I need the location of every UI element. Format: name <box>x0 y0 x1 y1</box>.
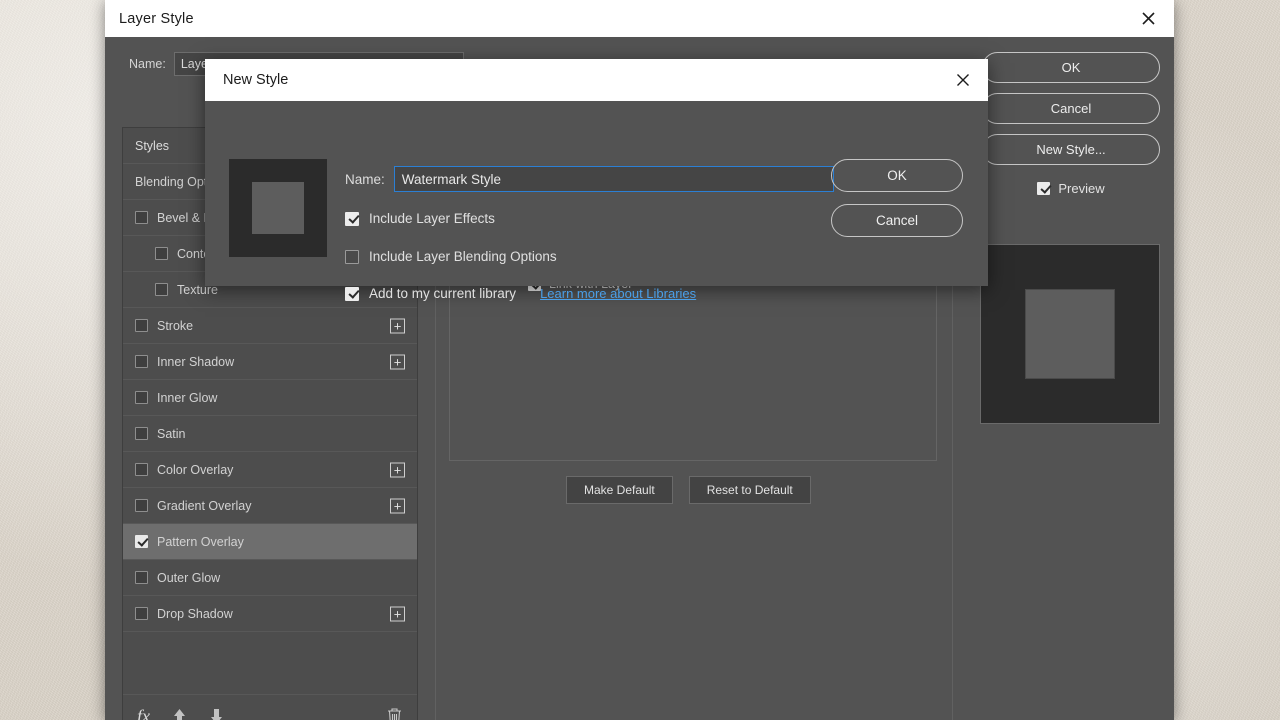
style-item-label: Outer Glow <box>157 570 221 585</box>
new-style-titlebar: New Style <box>205 59 988 101</box>
add-effect-plus-icon[interactable]: + <box>390 498 405 513</box>
include-blending-options-label: Include Layer Blending Options <box>369 249 557 264</box>
include-blending-options-row[interactable]: Include Layer Blending Options <box>345 249 557 264</box>
cancel-button[interactable]: Cancel <box>982 93 1160 124</box>
sidebar-item-color-overlay[interactable]: Color Overlay + <box>123 452 417 488</box>
style-item-label: Inner Shadow <box>157 354 235 369</box>
style-checkbox[interactable] <box>135 427 148 440</box>
make-default-button[interactable]: Make Default <box>566 476 673 504</box>
defaults-button-row: Make Default Reset to Default <box>566 476 811 504</box>
fx-icon[interactable]: fx <box>137 706 150 720</box>
new-style-name-row: Name: Watermark Style <box>345 166 834 192</box>
reset-to-default-button[interactable]: Reset to Default <box>688 476 811 504</box>
styles-panel-footer: fx <box>123 694 417 720</box>
sidebar-item-drop-shadow[interactable]: Drop Shadow + <box>123 596 417 632</box>
style-item-label: Inner Glow <box>157 390 218 405</box>
add-to-library-row[interactable]: Add to my current library Learn more abo… <box>345 286 696 301</box>
preview-toggle-row[interactable]: Preview <box>982 175 1160 201</box>
dialog-action-buttons: OK Cancel New Style... Preview <box>982 52 1160 201</box>
style-item-label: Satin <box>157 426 186 441</box>
add-to-library-checkbox[interactable] <box>345 286 359 301</box>
fx-glyph: fx <box>137 706 150 720</box>
style-checkbox[interactable] <box>155 247 168 260</box>
sidebar-item-outer-glow[interactable]: Outer Glow <box>123 560 417 596</box>
include-layer-effects-row[interactable]: Include Layer Effects <box>345 211 495 226</box>
add-effect-plus-icon[interactable]: + <box>390 606 405 621</box>
style-item-label: Drop Shadow <box>157 606 233 621</box>
style-checkbox[interactable] <box>135 571 148 584</box>
style-item-label: Pattern Overlay <box>157 534 244 549</box>
new-style-preview-inner-square <box>252 182 304 234</box>
style-checkbox[interactable] <box>135 535 148 548</box>
new-style-cancel-button[interactable]: Cancel <box>831 204 963 237</box>
sidebar-item-inner-glow[interactable]: Inner Glow <box>123 380 417 416</box>
move-down-arrow-icon[interactable] <box>209 708 224 720</box>
sidebar-item-inner-shadow[interactable]: Inner Shadow + <box>123 344 417 380</box>
new-style-body: Name: Watermark Style Include Layer Effe… <box>205 101 988 301</box>
style-item-label: Color Overlay <box>157 462 234 477</box>
new-style-preview-thumbnail <box>229 159 327 257</box>
add-effect-plus-icon[interactable]: + <box>390 354 405 369</box>
include-layer-effects-checkbox[interactable] <box>345 211 359 226</box>
trash-icon[interactable] <box>386 707 403 720</box>
add-effect-plus-icon[interactable]: + <box>390 318 405 333</box>
style-checkbox[interactable] <box>135 607 148 620</box>
sidebar-item-gradient-overlay[interactable]: Gradient Overlay + <box>123 488 417 524</box>
include-layer-effects-label: Include Layer Effects <box>369 211 495 226</box>
style-checkbox[interactable] <box>155 283 168 296</box>
add-to-library-label: Add to my current library <box>369 286 517 301</box>
layer-style-title: Layer Style <box>119 10 194 27</box>
close-icon[interactable] <box>948 65 978 95</box>
ok-button[interactable]: OK <box>982 52 1160 83</box>
sidebar-item-satin[interactable]: Satin <box>123 416 417 452</box>
layer-name-label: Name: <box>129 57 166 71</box>
preview-checkbox[interactable] <box>1037 181 1051 195</box>
new-style-ok-button[interactable]: OK <box>831 159 963 192</box>
preview-label: Preview <box>1058 180 1105 196</box>
preview-inner-square <box>1025 289 1115 379</box>
new-style-name-input[interactable]: Watermark Style <box>393 166 834 192</box>
style-preview-thumbnail <box>980 244 1160 424</box>
move-up-arrow-icon[interactable] <box>172 708 187 720</box>
style-item-label: Stroke <box>157 318 194 333</box>
styles-header-label: Styles <box>135 138 170 153</box>
style-checkbox[interactable] <box>135 319 148 332</box>
style-checkbox[interactable] <box>135 391 148 404</box>
new-style-name-label: Name: <box>345 171 385 187</box>
sidebar-item-stroke[interactable]: Stroke + <box>123 308 417 344</box>
close-icon[interactable] <box>1134 5 1162 33</box>
layer-style-titlebar: Layer Style <box>105 0 1174 37</box>
new-style-action-buttons: OK Cancel <box>831 159 963 237</box>
new-style-title: New Style <box>223 72 289 88</box>
learn-more-libraries-link[interactable]: Learn more about Libraries <box>540 286 696 301</box>
style-checkbox[interactable] <box>135 463 148 476</box>
new-style-dialog: New Style Name: Watermark Style Include … <box>205 59 988 301</box>
sidebar-item-pattern-overlay[interactable]: Pattern Overlay <box>123 524 417 560</box>
include-blending-options-checkbox[interactable] <box>345 249 359 264</box>
style-checkbox[interactable] <box>135 211 148 224</box>
new-style-button[interactable]: New Style... <box>982 134 1160 165</box>
style-checkbox[interactable] <box>135 355 148 368</box>
style-item-label: Gradient Overlay <box>157 498 252 513</box>
style-checkbox[interactable] <box>135 499 148 512</box>
add-effect-plus-icon[interactable]: + <box>390 462 405 477</box>
